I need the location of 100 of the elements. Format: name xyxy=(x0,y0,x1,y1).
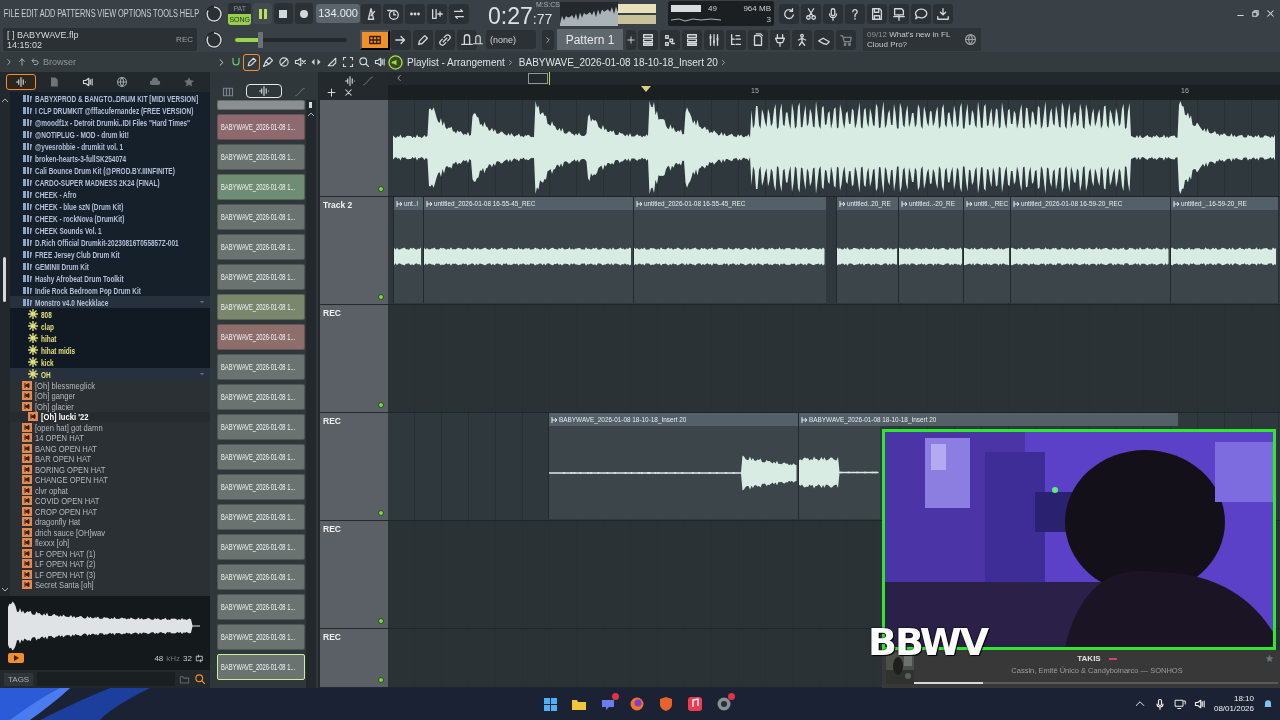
clip-header[interactable]: BABYWAVE_2026-01-08 18-10-18_Insert 20 xyxy=(548,413,798,426)
clip-header[interactable]: untitled_2026-01-08 16-55-45_REC xyxy=(633,197,826,210)
track-name: REC xyxy=(323,632,341,642)
clip-header[interactable]: untitled_2026-01-08 16-55-45_REC xyxy=(423,197,633,210)
pattern-item[interactable]: BABYWAVE_2026-01-08 1... xyxy=(217,384,305,410)
folder-item[interactable]: BABYXPROD & BANGTO..DRUM KIT [MIDI VERSION] xyxy=(10,92,210,104)
clip-title: untitled..20_RE xyxy=(847,199,891,208)
folder-item[interactable]: 808 xyxy=(10,308,210,320)
folder-item[interactable]: I CLP DRUMKIT @fffacufernandez (FREE VERSION) xyxy=(10,104,210,116)
folder-item[interactable]: Cali Bounce Drum Kit (@PROD.BY.IIINFINITE) xyxy=(10,164,210,176)
folder-item[interactable]: FREE Jersey Club Drum Kit xyxy=(10,248,210,260)
tags-button[interactable]: TAGS xyxy=(4,672,34,686)
folder-item[interactable]: OH xyxy=(10,368,210,380)
pattern-item[interactable]: BABYWAVE_2026-01-08 1... xyxy=(217,324,305,350)
folder-item[interactable]: D.Rich Official Drumkit-20230816T055857Z-001 xyxy=(10,236,210,248)
playlist-title: Playlist - Arrangement xyxy=(407,56,505,68)
memory-reading: 964 MB xyxy=(743,3,771,13)
menu-item[interactable]: EDIT xyxy=(20,8,39,19)
clip-header[interactable]: untitled..-20_RE xyxy=(898,197,963,210)
track-name: REC xyxy=(323,524,341,534)
folder-item[interactable]: CHEEK - rockNova (DrumKit) xyxy=(10,212,210,224)
folder-item[interactable]: GEMINII Drum Kit xyxy=(10,260,210,272)
pattern-item[interactable]: BABYWAVE_2026-01-08 1... xyxy=(217,234,305,260)
menu-item[interactable]: TOOLS xyxy=(152,8,179,19)
folder-item[interactable]: kick xyxy=(10,356,210,368)
sample-rate-unit: kHz xyxy=(166,653,181,663)
folder-item[interactable]: CARDO-SUPER MADNESS 2K24 (FINAL) xyxy=(10,176,210,188)
sample-rate: 48 xyxy=(154,653,164,663)
pattern-item[interactable]: BABYWAVE_2026-01-08 1... xyxy=(217,564,305,590)
pattern-selector[interactable]: Pattern 1 xyxy=(557,29,623,50)
pattern-item[interactable]: BABYWAVE_2026-01-08 1... xyxy=(217,294,305,320)
tempo-display[interactable]: 134.000 xyxy=(316,4,360,23)
pattern-item[interactable]: BABYWAVE_2026-01-08 1... xyxy=(217,594,305,620)
pattern-item[interactable]: BABYWAVE_2026-01-08 1... xyxy=(217,144,305,170)
folder-item[interactable]: @moodf1x - Detroit Drumki..IDI Files "Hard Times" xyxy=(10,116,210,128)
folder-item[interactable]: Indie Rock Bedroom Pop Drum Kit xyxy=(10,284,210,296)
pattern-item[interactable]: BABYWAVE_2026-01-08 1... xyxy=(217,114,305,140)
bit-depth: 32 xyxy=(183,653,192,663)
pattern-item[interactable]: BABYWAVE_2026-01-08 1... xyxy=(217,534,305,560)
clip-header[interactable]: unt..l xyxy=(393,197,423,210)
folder-item[interactable]: hihat midis xyxy=(10,344,210,356)
clip-header[interactable]: untitled_2026-01-08 16-59-20_REC xyxy=(1010,197,1170,210)
clip-title: untitled_2026-01-08 16-59-20_REC xyxy=(1021,199,1123,208)
pattern-item[interactable]: BABYWAVE_2026-01-08 1... xyxy=(217,444,305,470)
pattern-item[interactable]: BABYWAVE_2026-01-08 1... xyxy=(217,174,305,200)
menu-item[interactable]: FILE xyxy=(2,8,21,19)
folder-item[interactable]: @NOTIPLUG - MOD - drum kit! xyxy=(10,128,210,140)
pattern-item[interactable]: BABYWAVE_2026-01-08 1... xyxy=(217,354,305,380)
track-header[interactable]: Track 2 xyxy=(320,197,388,305)
browser-title: Browser xyxy=(43,57,76,67)
clip-title: untitl.._REC xyxy=(974,199,1009,208)
project-name: [ ] BABYWAVE.flp xyxy=(7,29,79,40)
folder-item[interactable]: @yvesrobbie - drumkit vol. 1 xyxy=(10,140,210,152)
folder-item[interactable]: CHEEK Sounds Vol. 1 xyxy=(10,224,210,236)
clip-title: untitled..-20_RE xyxy=(909,199,955,208)
pattern-item[interactable]: BABYWAVE_2026-01-08 1... xyxy=(217,204,305,230)
pattern-item[interactable]: BABYWAVE_2026-01-08 1... xyxy=(217,414,305,440)
time-display: 0:27 xyxy=(488,4,533,27)
pattern-item[interactable]: BABYWAVE_2026-01-08 1... xyxy=(217,264,305,290)
menu-item[interactable]: OPTIONS xyxy=(117,8,153,19)
track-header[interactable]: REC xyxy=(320,305,388,413)
track-name: REC xyxy=(323,308,341,318)
menu-item[interactable]: HELP xyxy=(178,8,201,19)
track-title: TAKIS xyxy=(1077,654,1101,663)
clip-title: unt..l xyxy=(404,199,418,208)
track-header[interactable]: REC xyxy=(320,629,388,688)
folder-item[interactable]: CHEEK - Afro xyxy=(10,188,210,200)
folder-item[interactable]: Hashy Afrobeat Drum Toolkit xyxy=(10,272,210,284)
folder-item[interactable]: Monstro v4.0 Neckklace xyxy=(10,296,210,308)
folder-item[interactable]: CHEEK - blue szN (Drum Kit) xyxy=(10,200,210,212)
pattern-item[interactable]: BABYWAVE_2026-01-08 1... xyxy=(217,474,305,500)
folder-item[interactable]: broken-hearts-3-fullSK254074 xyxy=(10,152,210,164)
menu-item[interactable]: PATTERNS xyxy=(56,8,97,19)
menu-item[interactable]: VIEW xyxy=(96,8,118,19)
channel-field[interactable]: (none) xyxy=(486,30,536,49)
pattern-item[interactable]: BABYWAVE_2026-01-08 1... xyxy=(217,624,305,650)
sample-item[interactable]: [Oh] lucki '22 xyxy=(10,411,210,422)
menu-item[interactable]: ADD xyxy=(38,8,57,19)
track-name: Track 2 xyxy=(323,200,353,210)
time-centiseconds: :77 xyxy=(532,10,553,27)
folder-item[interactable]: hihat xyxy=(10,332,210,344)
folder-item[interactable]: clap xyxy=(10,320,210,332)
clip-title: untitled_2026-01-08 16-55-45_REC xyxy=(644,199,746,208)
track-header[interactable]: REC xyxy=(320,413,388,521)
voices-reading: 3 xyxy=(766,14,771,24)
cpu-reading: 49 xyxy=(708,3,717,13)
clip-header[interactable]: untitled_..16-59-20_RE xyxy=(1170,197,1278,210)
clock-date: 08/01/2026 xyxy=(1213,704,1254,714)
track-header[interactable]: REC xyxy=(320,521,388,629)
clock-text: 14:15:02 xyxy=(7,39,43,50)
clip-header[interactable]: untitl.._REC xyxy=(963,197,1010,210)
clip-header[interactable]: BABYWAVE_2026-01-08 18-10-18_Insert 20 xyxy=(798,413,1178,426)
clip-title: untitled_..16-59-20_RE xyxy=(1181,199,1247,208)
pattern-item[interactable]: BABYWAVE_2026-01-08 1... xyxy=(217,504,305,530)
track-name: REC xyxy=(323,416,341,426)
clip-header[interactable]: untitled..20_RE xyxy=(836,197,898,210)
clip-source: BABYWAVE_2026-01-08 18-10-18_Insert 20 xyxy=(518,56,718,68)
news-text: 09/12 What's new in FL Cloud Pro? xyxy=(867,29,952,50)
pattern-item[interactable]: BABYWAVE_2026-01-08 1... xyxy=(217,654,305,680)
clock-time: 18:10 xyxy=(1233,694,1254,704)
